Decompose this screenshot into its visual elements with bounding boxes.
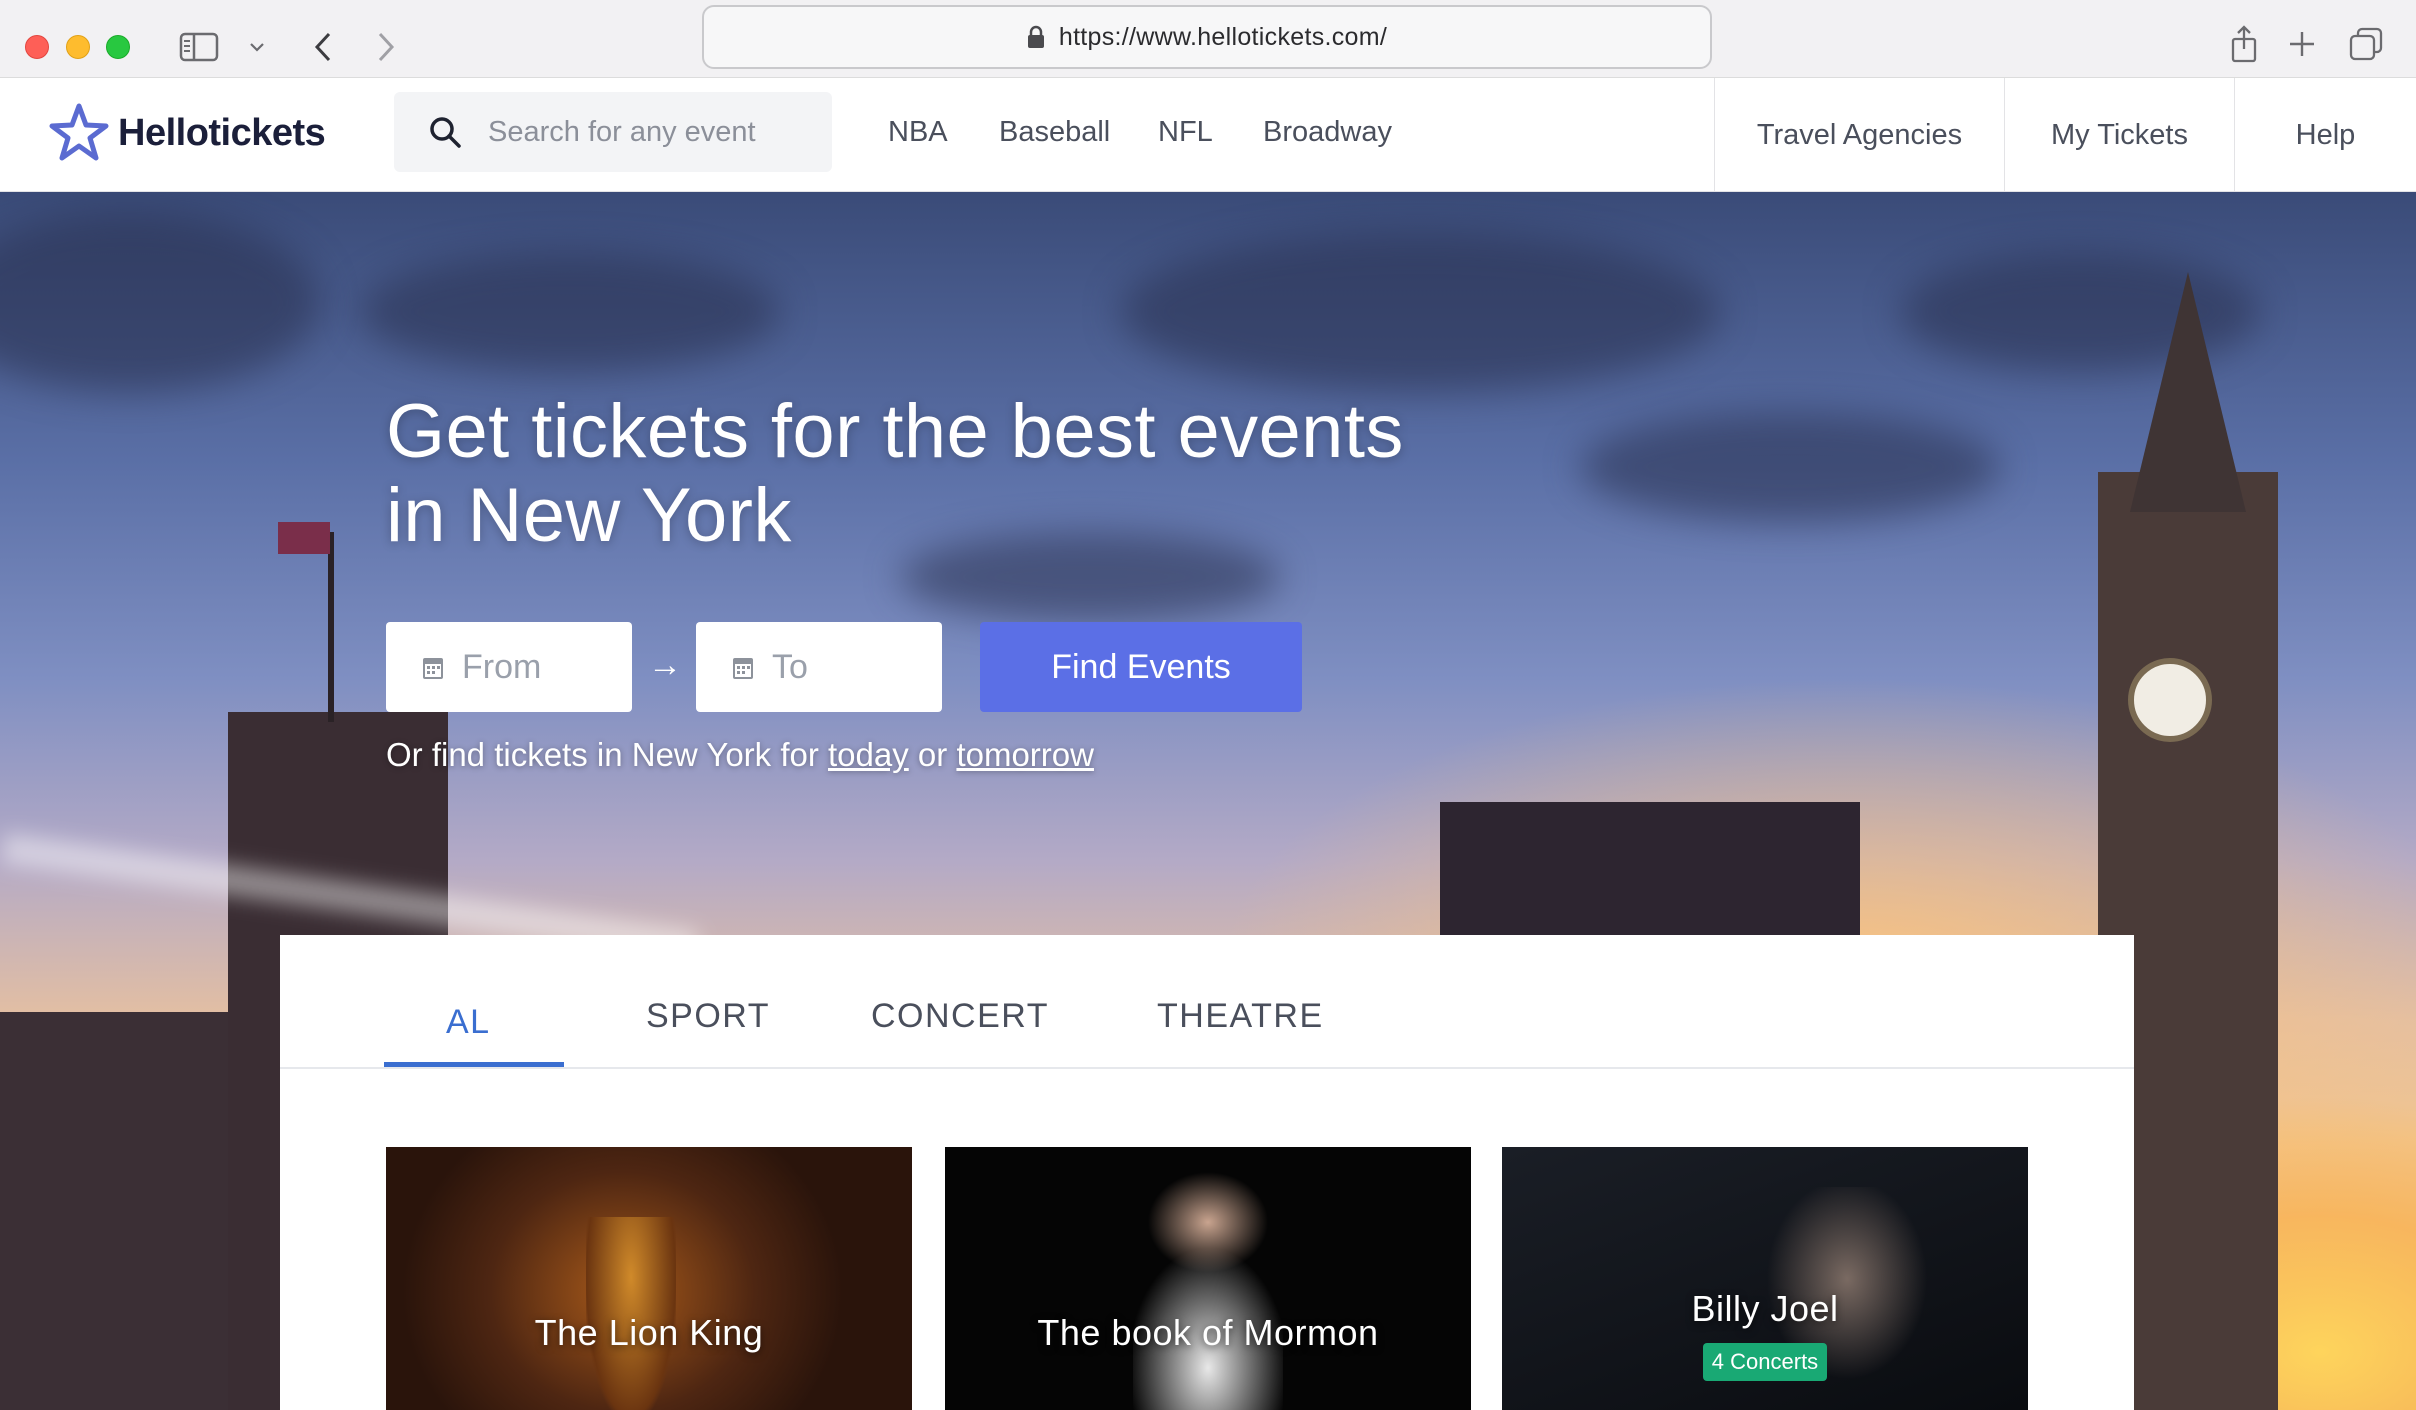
card-title: The Lion King — [534, 1312, 764, 1353]
from-date-input[interactable]: From — [386, 622, 632, 712]
tab-sport[interactable]: SPORT — [646, 997, 770, 1036]
event-card-lion-king[interactable]: The Lion King — [386, 1147, 912, 1410]
hero-subtext-prefix: Or find tickets in New York for — [386, 736, 819, 773]
tab-overview-icon[interactable] — [2346, 24, 2386, 64]
tab-theatre[interactable]: THEATRE — [1157, 997, 1324, 1036]
cloud-shape — [1120, 232, 1720, 392]
arrow-right-icon: → — [648, 646, 682, 684]
category-tabs: AL SPORT CONCERT THEATRE — [280, 935, 2134, 1069]
back-arrow-icon[interactable] — [305, 28, 341, 66]
hero-title-line2: in New York — [386, 473, 792, 558]
logo-text: Hellotickets — [118, 111, 326, 154]
star-logo-icon — [49, 103, 109, 161]
tab-concert[interactable]: CONCERT — [871, 997, 1049, 1036]
search-box[interactable] — [394, 92, 832, 172]
to-placeholder: To — [772, 647, 808, 686]
cloud-shape — [360, 252, 780, 372]
cloud-shape — [1580, 412, 2000, 522]
card-title: The book of Mormon — [1037, 1312, 1379, 1353]
search-input[interactable] — [488, 115, 808, 149]
events-panel: AL SPORT CONCERT THEATRE The Lion King T… — [280, 935, 2134, 1410]
event-card-book-of-mormon[interactable]: The book of Mormon — [945, 1147, 1471, 1410]
sidebar-toggle-icon[interactable] — [178, 30, 220, 64]
today-link[interactable]: today — [828, 736, 909, 773]
zoom-window-button[interactable] — [106, 35, 130, 59]
nav-link-nba[interactable]: NBA — [888, 116, 948, 149]
flagpole-shape — [328, 532, 334, 722]
close-window-button[interactable] — [25, 35, 49, 59]
nav-my-tickets[interactable]: My Tickets — [2004, 78, 2234, 192]
calendar-icon — [423, 658, 443, 679]
site-logo[interactable]: Hellotickets — [48, 102, 326, 164]
event-card-billy-joel[interactable]: Billy Joel 4 Concerts — [1502, 1147, 2028, 1410]
nav-link-baseball[interactable]: Baseball — [999, 116, 1110, 149]
calendar-icon — [733, 658, 753, 679]
nav-travel-agencies[interactable]: Travel Agencies — [1714, 78, 2004, 192]
from-placeholder: From — [462, 647, 542, 686]
clock-face-icon — [2128, 658, 2212, 742]
concerts-count-badge: 4 Concerts — [1703, 1343, 1827, 1381]
url-text: https://www.hellotickets.com/ — [1058, 22, 1388, 51]
nav-help[interactable]: Help — [2234, 78, 2416, 192]
address-bar[interactable]: https://www.hellotickets.com/ — [702, 5, 1712, 69]
hero-subtext: Or find tickets in New York for today or… — [386, 736, 1094, 774]
hero-title: Get tickets for the best events in New Y… — [386, 390, 1486, 558]
forward-arrow-icon[interactable] — [368, 28, 404, 66]
tomorrow-link[interactable]: tomorrow — [956, 736, 1094, 773]
hero-subtext-or: or — [917, 736, 948, 773]
chevron-down-icon[interactable] — [244, 36, 270, 58]
nav-link-nfl[interactable]: NFL — [1158, 116, 1213, 149]
flag-shape — [278, 522, 330, 554]
palace-spires-shape — [1440, 802, 1860, 942]
active-tab-underline — [384, 1062, 564, 1067]
tab-all[interactable]: AL — [446, 1003, 491, 1042]
minimize-window-button[interactable] — [66, 35, 90, 59]
share-icon[interactable] — [2226, 22, 2262, 66]
mormon-performer-image — [1133, 1165, 1283, 1410]
search-icon — [430, 117, 461, 148]
to-date-input[interactable]: To — [696, 622, 942, 712]
lock-icon — [1027, 25, 1044, 48]
site-header: Hellotickets NBA Baseball NFL Broadway T… — [0, 78, 2416, 192]
cloud-shape — [0, 212, 320, 392]
hero-title-line1: Get tickets for the best events — [386, 389, 1404, 474]
browser-toolbar: https://www.hellotickets.com/ — [0, 0, 2416, 78]
card-title: Billy Joel — [1691, 1288, 1839, 1329]
new-tab-plus-icon[interactable] — [2284, 26, 2320, 62]
nav-link-broadway[interactable]: Broadway — [1263, 116, 1392, 149]
find-events-button[interactable]: Find Events — [980, 622, 1302, 712]
